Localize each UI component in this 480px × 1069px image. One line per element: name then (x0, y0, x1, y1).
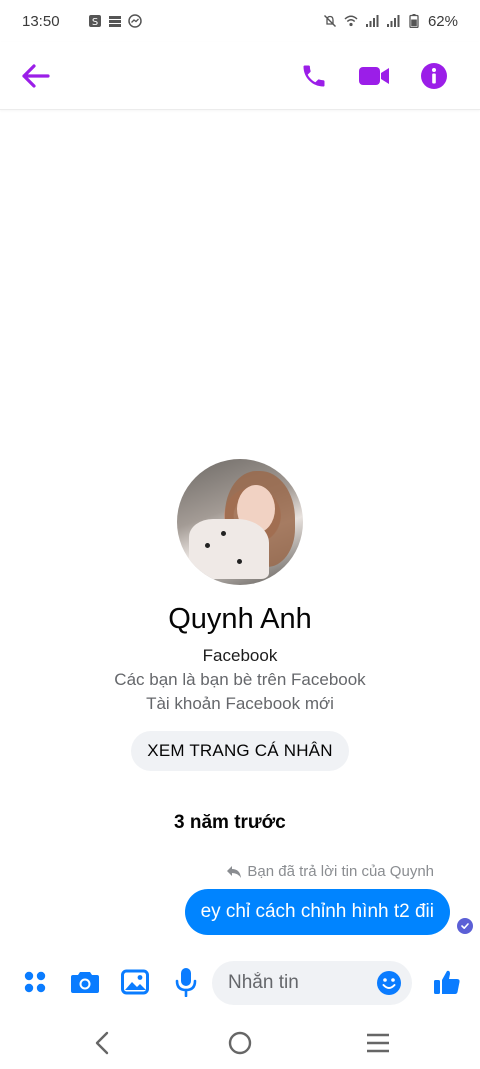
nav-recents-button[interactable] (364, 1029, 392, 1057)
video-call-button[interactable] (358, 60, 390, 92)
recents-icon (367, 1033, 389, 1053)
info-button[interactable] (418, 60, 450, 92)
s-app-icon: S (88, 15, 101, 28)
reply-note: Bạn đã trả lời tin của Quynh (226, 863, 434, 880)
image-icon (121, 969, 149, 995)
nav-home-button[interactable] (226, 1029, 254, 1057)
info-icon (421, 63, 447, 89)
gallery-button[interactable] (120, 967, 150, 997)
phone-icon (303, 65, 325, 87)
contact-platform: Facebook (202, 646, 278, 665)
battery-icon (409, 14, 419, 28)
stack-icon (108, 16, 121, 27)
apps-button[interactable] (20, 967, 50, 997)
voice-button[interactable] (171, 967, 201, 997)
arrow-left-icon[interactable] (20, 62, 52, 90)
message-input[interactable] (212, 961, 372, 1005)
message-timestamp: 3 năm trước (174, 812, 286, 833)
messenger-icon (127, 14, 142, 28)
message-input-wrap (212, 961, 412, 1005)
system-navigation-bar (0, 1015, 480, 1069)
message-text: ey chỉ cách chỉnh hình t2 đii (200, 901, 434, 922)
wifi-icon (344, 15, 358, 27)
back-icon (95, 1031, 109, 1055)
emoji-icon[interactable] (376, 970, 402, 996)
phone-call-button[interactable] (298, 60, 330, 92)
message-composer (0, 955, 480, 1013)
reply-note-text: Bạn đã trả lời tin của Quynh (247, 863, 434, 880)
signal-icon (386, 15, 400, 27)
video-camera-icon (359, 67, 389, 85)
reply-arrow-icon (227, 865, 242, 878)
camera-icon (71, 972, 99, 993)
battery-level: 62% (427, 12, 458, 30)
like-button[interactable] (432, 967, 462, 997)
view-profile-button[interactable]: XEM TRANG CÁ NHÂN (131, 731, 349, 771)
avatar[interactable] (177, 459, 303, 585)
nav-back-button[interactable] (88, 1029, 116, 1057)
svg-text:S: S (91, 17, 97, 28)
signal-icon (365, 15, 379, 27)
camera-button[interactable] (70, 967, 100, 997)
mic-icon (175, 968, 197, 997)
conversation-header (0, 42, 480, 110)
status-bar: 13:50 S 62% (0, 0, 480, 42)
apps-icon (24, 971, 46, 993)
contact-name: Quynh Anh (168, 603, 312, 635)
account-note: Tài khoản Facebook mới (146, 694, 334, 713)
status-time: 13:50 (22, 12, 60, 30)
seen-check-icon (457, 918, 473, 934)
friends-note: Các bạn là bạn bè trên Facebook (114, 670, 366, 689)
message-bubble[interactable]: ey chỉ cách chỉnh hình t2 đii (184, 889, 450, 935)
home-icon (228, 1031, 252, 1055)
mute-icon (323, 15, 336, 27)
thumbs-up-icon (434, 970, 460, 994)
